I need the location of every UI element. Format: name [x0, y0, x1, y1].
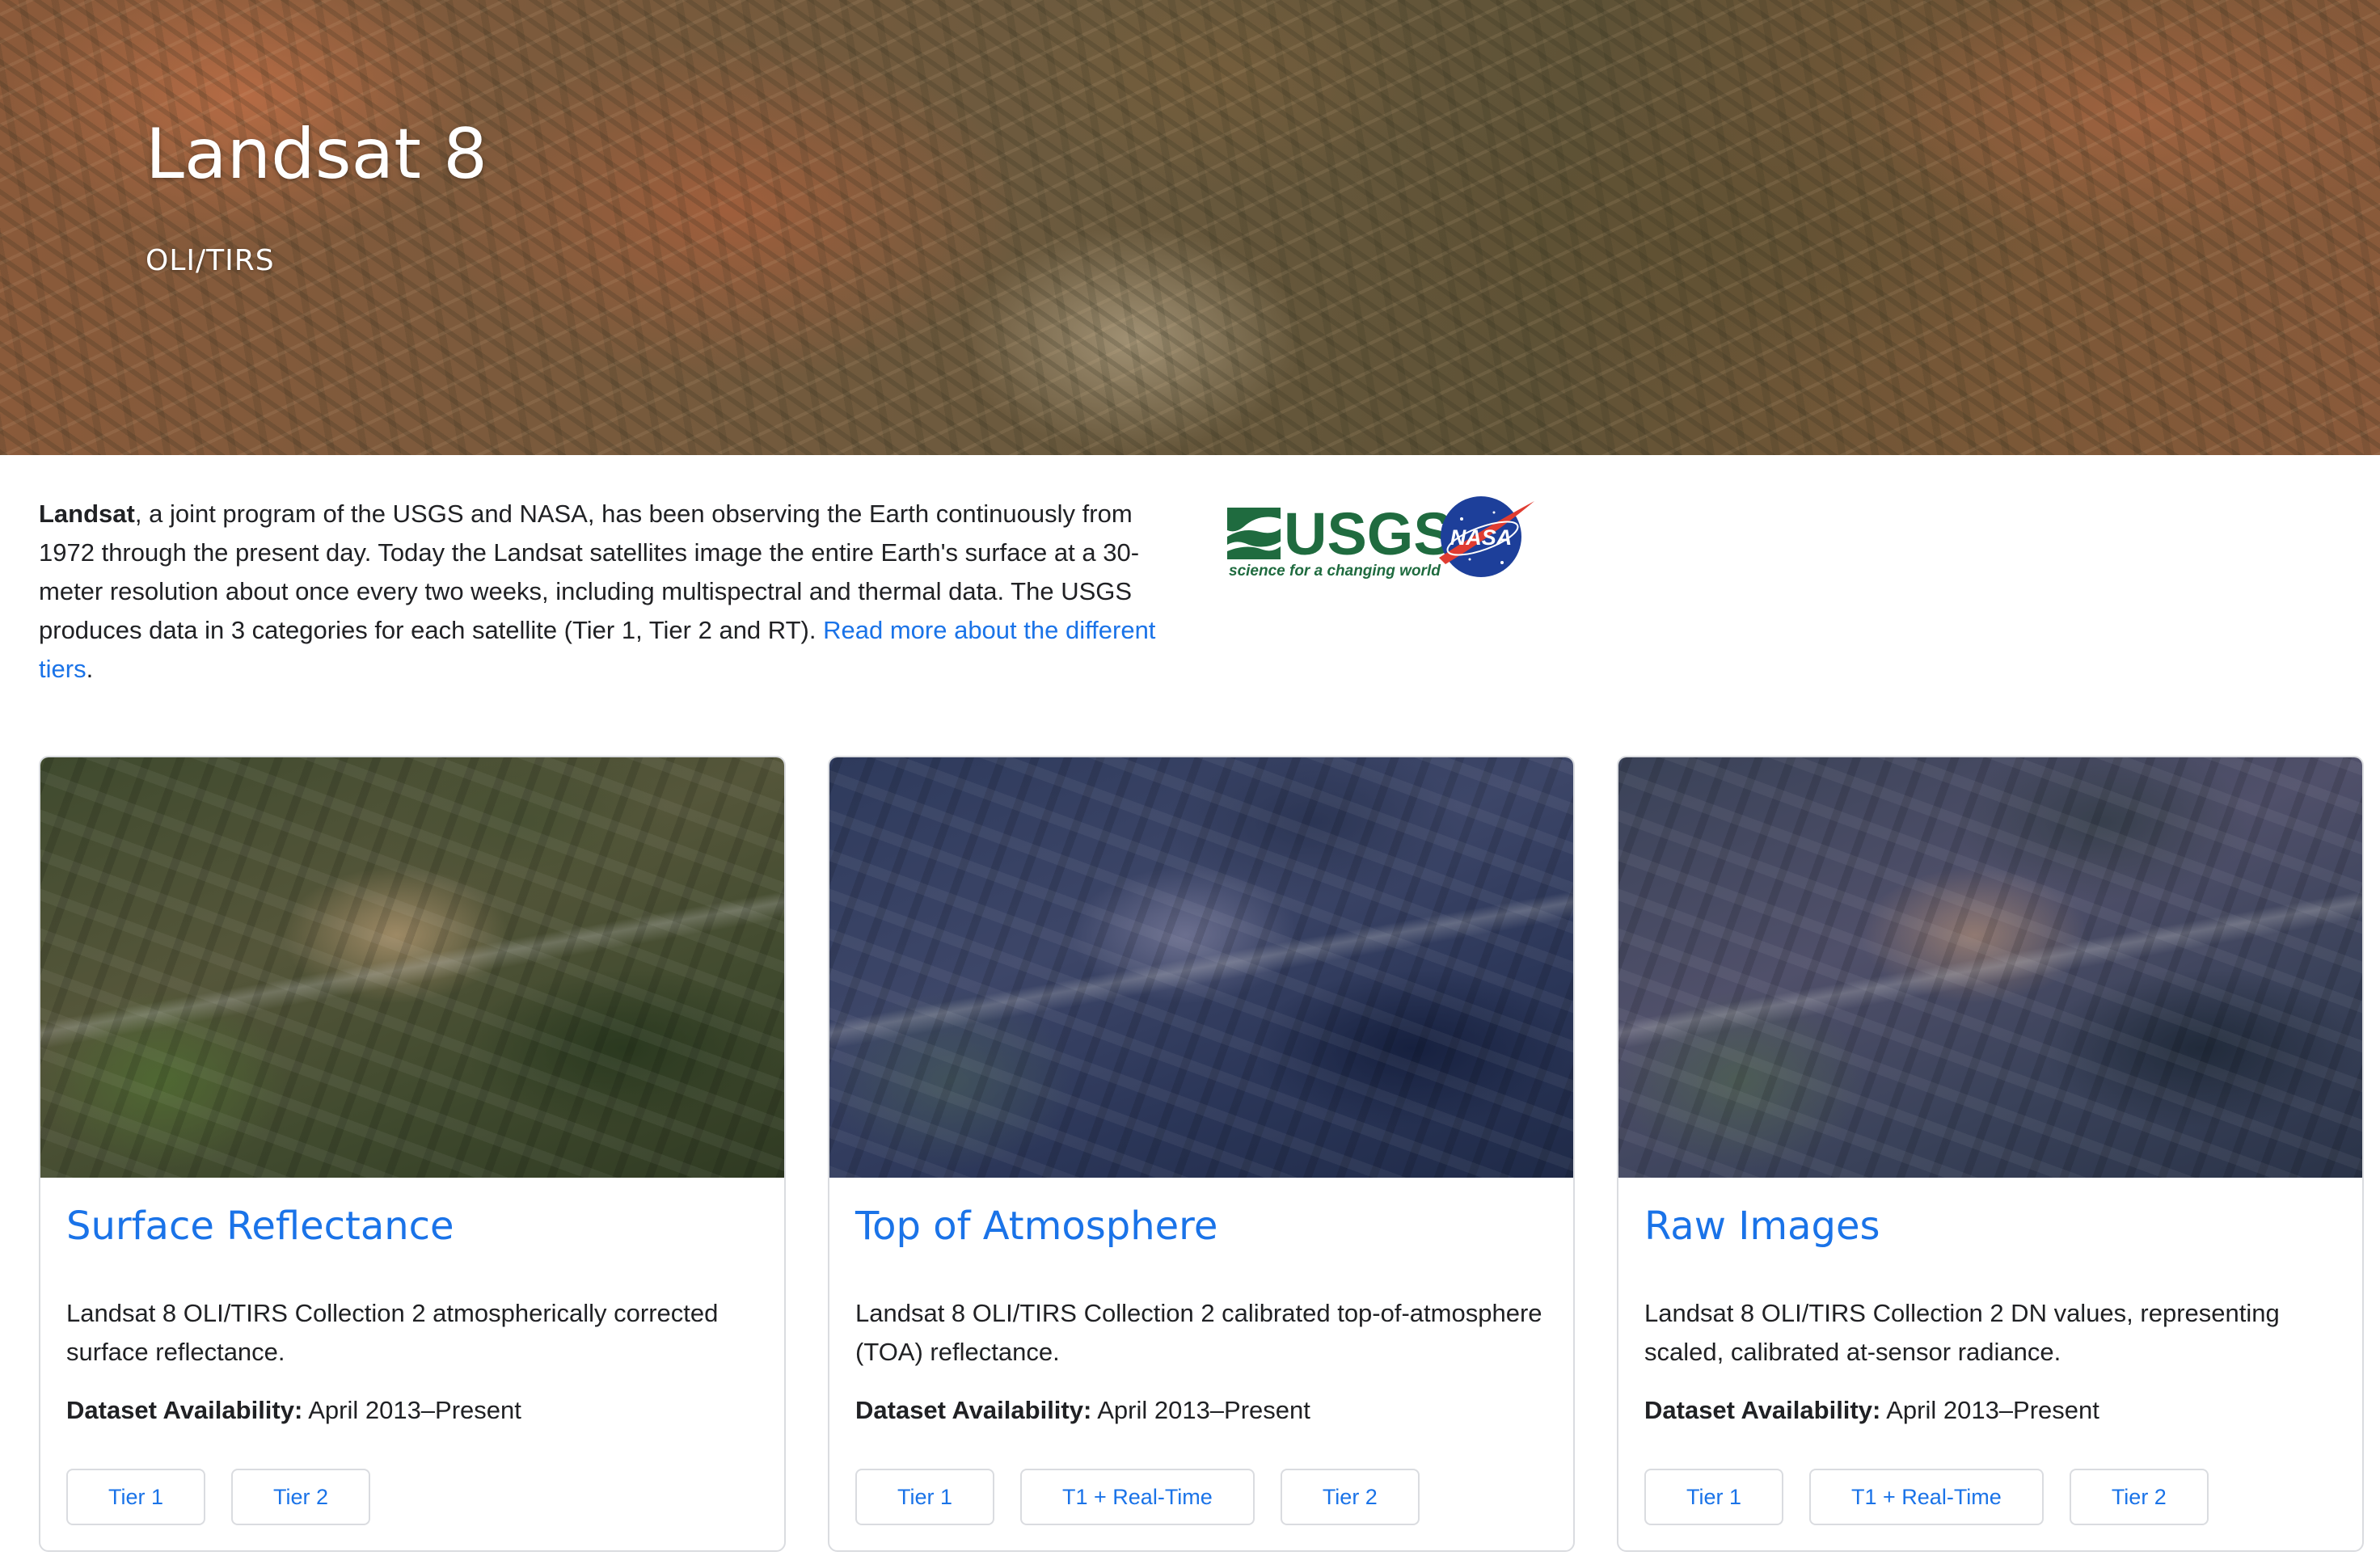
- hero-banner: Landsat 8 OLI/TIRS: [0, 0, 2380, 455]
- availability-value: April 2013–Present: [1091, 1396, 1310, 1424]
- tier-buttons: Tier 1 T1 + Real-Time Tier 2: [855, 1469, 1420, 1525]
- intro-bold-term: Landsat: [39, 500, 135, 528]
- card-title[interactable]: Raw Images: [1644, 1204, 1880, 1249]
- card-description: Landsat 8 OLI/TIRS Collection 2 calibrat…: [855, 1299, 1542, 1366]
- card-title[interactable]: Surface Reflectance: [66, 1204, 454, 1249]
- tier-buttons: Tier 1 Tier 2: [66, 1469, 371, 1525]
- usgs-logo: USGS science for a changing world: [1227, 500, 1454, 580]
- availability-label: Dataset Availability:: [66, 1396, 303, 1424]
- availability-label: Dataset Availability:: [1644, 1396, 1881, 1424]
- t1-real-time-button[interactable]: T1 + Real-Time: [1809, 1469, 2044, 1525]
- tier-2-button[interactable]: Tier 2: [2069, 1469, 2209, 1525]
- nasa-wordmark: NASA: [1450, 525, 1513, 550]
- page-title: Landsat 8: [146, 114, 487, 195]
- dataset-availability: Dataset Availability: April 2013–Present: [855, 1396, 1310, 1425]
- usgs-tagline: science for a changing world: [1229, 563, 1441, 579]
- availability-value: April 2013–Present: [302, 1396, 521, 1424]
- partner-logos: USGS science for a changing world NASA: [1227, 495, 1551, 580]
- usgs-nasa-logo: USGS science for a changing world NASA: [1227, 496, 1534, 580]
- card-description: Landsat 8 OLI/TIRS Collection 2 atmosphe…: [66, 1299, 719, 1366]
- top-of-atmosphere-thumbnail[interactable]: [829, 757, 1573, 1178]
- tier-1-button[interactable]: Tier 1: [1644, 1469, 1784, 1525]
- usgs-wordmark: USGS: [1284, 500, 1454, 567]
- raw-images-thumbnail[interactable]: [1618, 757, 2362, 1178]
- nasa-logo: NASA: [1439, 496, 1534, 577]
- intro-paragraph: Landsat, a joint program of the USGS and…: [39, 495, 1179, 689]
- card-title[interactable]: Top of Atmosphere: [855, 1204, 1217, 1249]
- dataset-card-surface-reflectance: Surface Reflectance Landsat 8 OLI/TIRS C…: [39, 756, 786, 1552]
- tier-1-button[interactable]: Tier 1: [855, 1469, 995, 1525]
- page-subtitle: OLI/TIRS: [146, 244, 275, 277]
- availability-label: Dataset Availability:: [855, 1396, 1092, 1424]
- hero-satellite-image: [0, 0, 2380, 455]
- t1-real-time-button[interactable]: T1 + Real-Time: [1020, 1469, 1255, 1525]
- tier-2-button[interactable]: Tier 2: [231, 1469, 371, 1525]
- dataset-card-raw-images: Raw Images Landsat 8 OLI/TIRS Collection…: [1617, 756, 2364, 1552]
- card-description: Landsat 8 OLI/TIRS Collection 2 DN value…: [1644, 1299, 2280, 1366]
- availability-value: April 2013–Present: [1880, 1396, 2099, 1424]
- surface-reflectance-thumbnail[interactable]: [40, 757, 784, 1178]
- tier-2-button[interactable]: Tier 2: [1280, 1469, 1420, 1525]
- tier-buttons: Tier 1 T1 + Real-Time Tier 2: [1644, 1469, 2209, 1525]
- tier-1-button[interactable]: Tier 1: [66, 1469, 206, 1525]
- dataset-card-top-of-atmosphere: Top of Atmosphere Landsat 8 OLI/TIRS Col…: [828, 756, 1575, 1552]
- dataset-availability: Dataset Availability: April 2013–Present: [1644, 1396, 2099, 1425]
- intro-trailing: .: [86, 655, 94, 683]
- dataset-availability: Dataset Availability: April 2013–Present: [66, 1396, 521, 1425]
